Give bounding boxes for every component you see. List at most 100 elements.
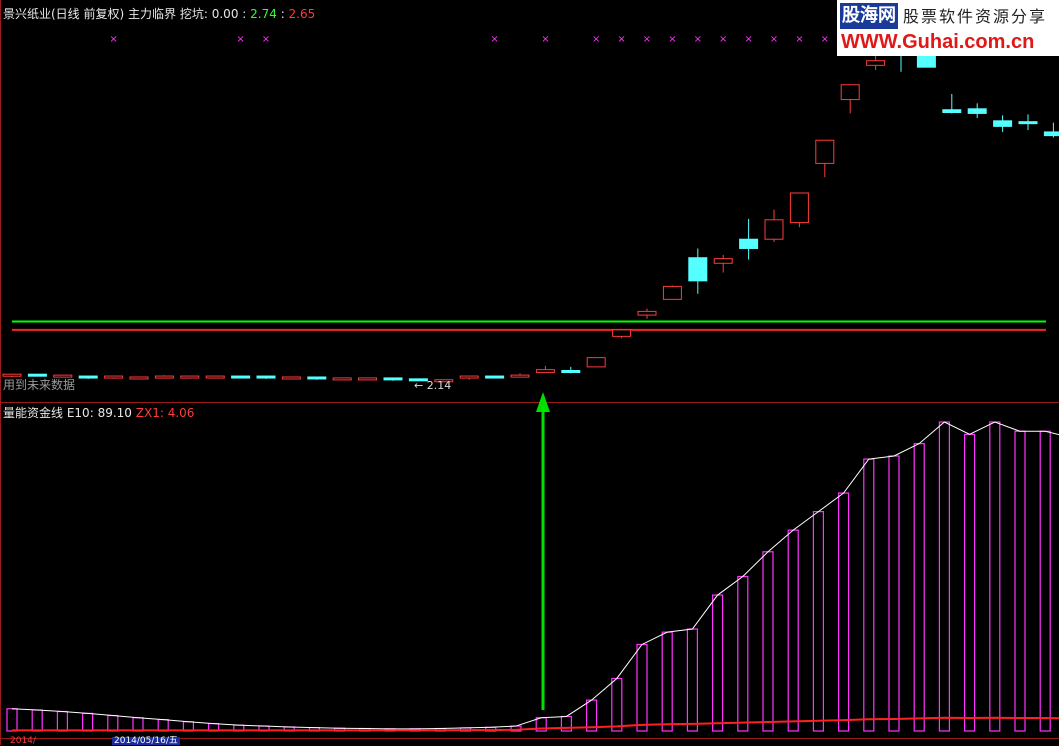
e10-bar (81, 712, 94, 732)
candle-body (586, 357, 606, 368)
green-arrow (536, 392, 550, 710)
x-marker: × (109, 34, 117, 45)
x-marker: × (770, 34, 778, 45)
e10-bar (963, 433, 976, 732)
x-marker: × (262, 34, 270, 45)
low-price-marker: ← 2.14 (414, 379, 452, 392)
e10-bar (938, 421, 951, 732)
candle-body (637, 310, 657, 316)
e10-bar (812, 511, 825, 732)
e10-bar (611, 677, 623, 732)
candle-body (231, 375, 251, 379)
e10-bar (31, 709, 43, 732)
x-marker: × (617, 34, 625, 45)
e10-bar (711, 594, 724, 732)
e10-line (11, 421, 1059, 730)
candle-body (205, 375, 225, 379)
e10-bar (989, 421, 1001, 732)
volume-indicator-name[interactable]: 量能资金线 (3, 406, 63, 420)
e10-bar (686, 628, 699, 732)
watermark: 股海网 股票软件资源分享 WWW.Guhai.com.cn (837, 0, 1059, 56)
x-marker: × (744, 34, 752, 45)
watermark-url[interactable]: WWW.Guhai.com.cn (841, 31, 1034, 53)
e10-bar (6, 708, 18, 732)
candle-body (154, 375, 174, 379)
candle-body (510, 374, 530, 378)
chart-canvas[interactable]: × × × × × × × × × × × × × × × (0, 0, 1059, 745)
watermark-logo: 股海网 (840, 3, 898, 29)
candle-body (129, 376, 149, 380)
candle-body (459, 375, 479, 379)
watermark-slogan: 股票软件资源分享 (903, 7, 1048, 26)
candle-body (662, 285, 682, 300)
candle-body (358, 377, 378, 381)
bottom-header: 量能资金线 E10: 89.10 ZX1: 4.06 (3, 406, 195, 420)
x-marker: × (795, 34, 803, 45)
x-marker: × (668, 34, 676, 45)
e10-value: 89.10 (97, 406, 132, 420)
x-marker: × (821, 34, 829, 45)
e10-bar (157, 718, 169, 732)
future-data-note: 用到未来数据 (3, 378, 76, 392)
x-marker: × (541, 34, 549, 45)
top-header: 景兴纸业(日线 前复权) 主力临界 挖坑: 0.00 : 2.74 : 2.65 (3, 7, 316, 21)
wakeng-label: 挖坑 (179, 7, 204, 21)
candle-body (561, 370, 581, 373)
x-marker: × (719, 34, 727, 45)
zx1-label: ZX1 (135, 406, 160, 420)
stock-name[interactable]: 景兴纸业(日线 前复权) (3, 7, 124, 21)
wakeng-value: 0.00 (211, 7, 239, 21)
date-label-2[interactable]: 2014/05/16/五 (112, 737, 180, 746)
e10-bar (132, 717, 144, 732)
candle-body (942, 109, 962, 113)
value-green: 2.74 (250, 7, 277, 21)
date-label-1: 2014/ (10, 736, 36, 746)
e10-bar (636, 643, 648, 732)
e10-bar (56, 710, 69, 732)
x-marker: × (643, 34, 651, 45)
candle-body (612, 329, 632, 337)
candle-body (713, 258, 733, 264)
candle-body (332, 377, 352, 381)
candle-body (1043, 131, 1059, 137)
candle-body (993, 120, 1013, 127)
x-marker: × (490, 34, 498, 45)
candle-body (688, 257, 708, 282)
x-marker: × (694, 34, 702, 45)
volume-pane[interactable] (6, 421, 1059, 732)
candle-body (485, 375, 505, 379)
candle-body (78, 375, 98, 379)
e10-bar (107, 714, 119, 732)
value-red: 2.65 (288, 7, 316, 21)
x-marker: × (592, 34, 600, 45)
zx1-value: 4.06 (167, 406, 195, 420)
candle-body (739, 238, 759, 249)
candle-body (535, 369, 555, 373)
e10-bar (1039, 430, 1051, 732)
e10-bar (888, 455, 900, 732)
e10-bar (787, 529, 799, 732)
e10-label: E10 (66, 406, 90, 420)
e10-bar (837, 492, 850, 732)
candle-body (281, 376, 301, 380)
e10-bar (913, 443, 925, 732)
candle-body (840, 84, 860, 101)
e10-bar (661, 631, 673, 732)
e10-bar (863, 458, 875, 732)
candle-body (789, 192, 809, 224)
candle-body (967, 108, 987, 114)
x-marker: × (236, 34, 244, 45)
indicator-name[interactable]: 主力临界 (128, 7, 176, 21)
candle-body (307, 376, 327, 380)
candle-body (866, 60, 886, 66)
candle-body (815, 139, 835, 164)
price-pane[interactable]: × × × × × × × × × × × × × × × (2, 20, 1059, 383)
e10-bar (737, 575, 749, 732)
candle-body (1018, 121, 1038, 125)
candle-body (256, 375, 276, 379)
e10-bar (762, 551, 774, 732)
candle-body (180, 375, 200, 379)
candle-body (764, 219, 784, 240)
candle-body (383, 377, 403, 381)
e10-bar (1014, 430, 1026, 732)
